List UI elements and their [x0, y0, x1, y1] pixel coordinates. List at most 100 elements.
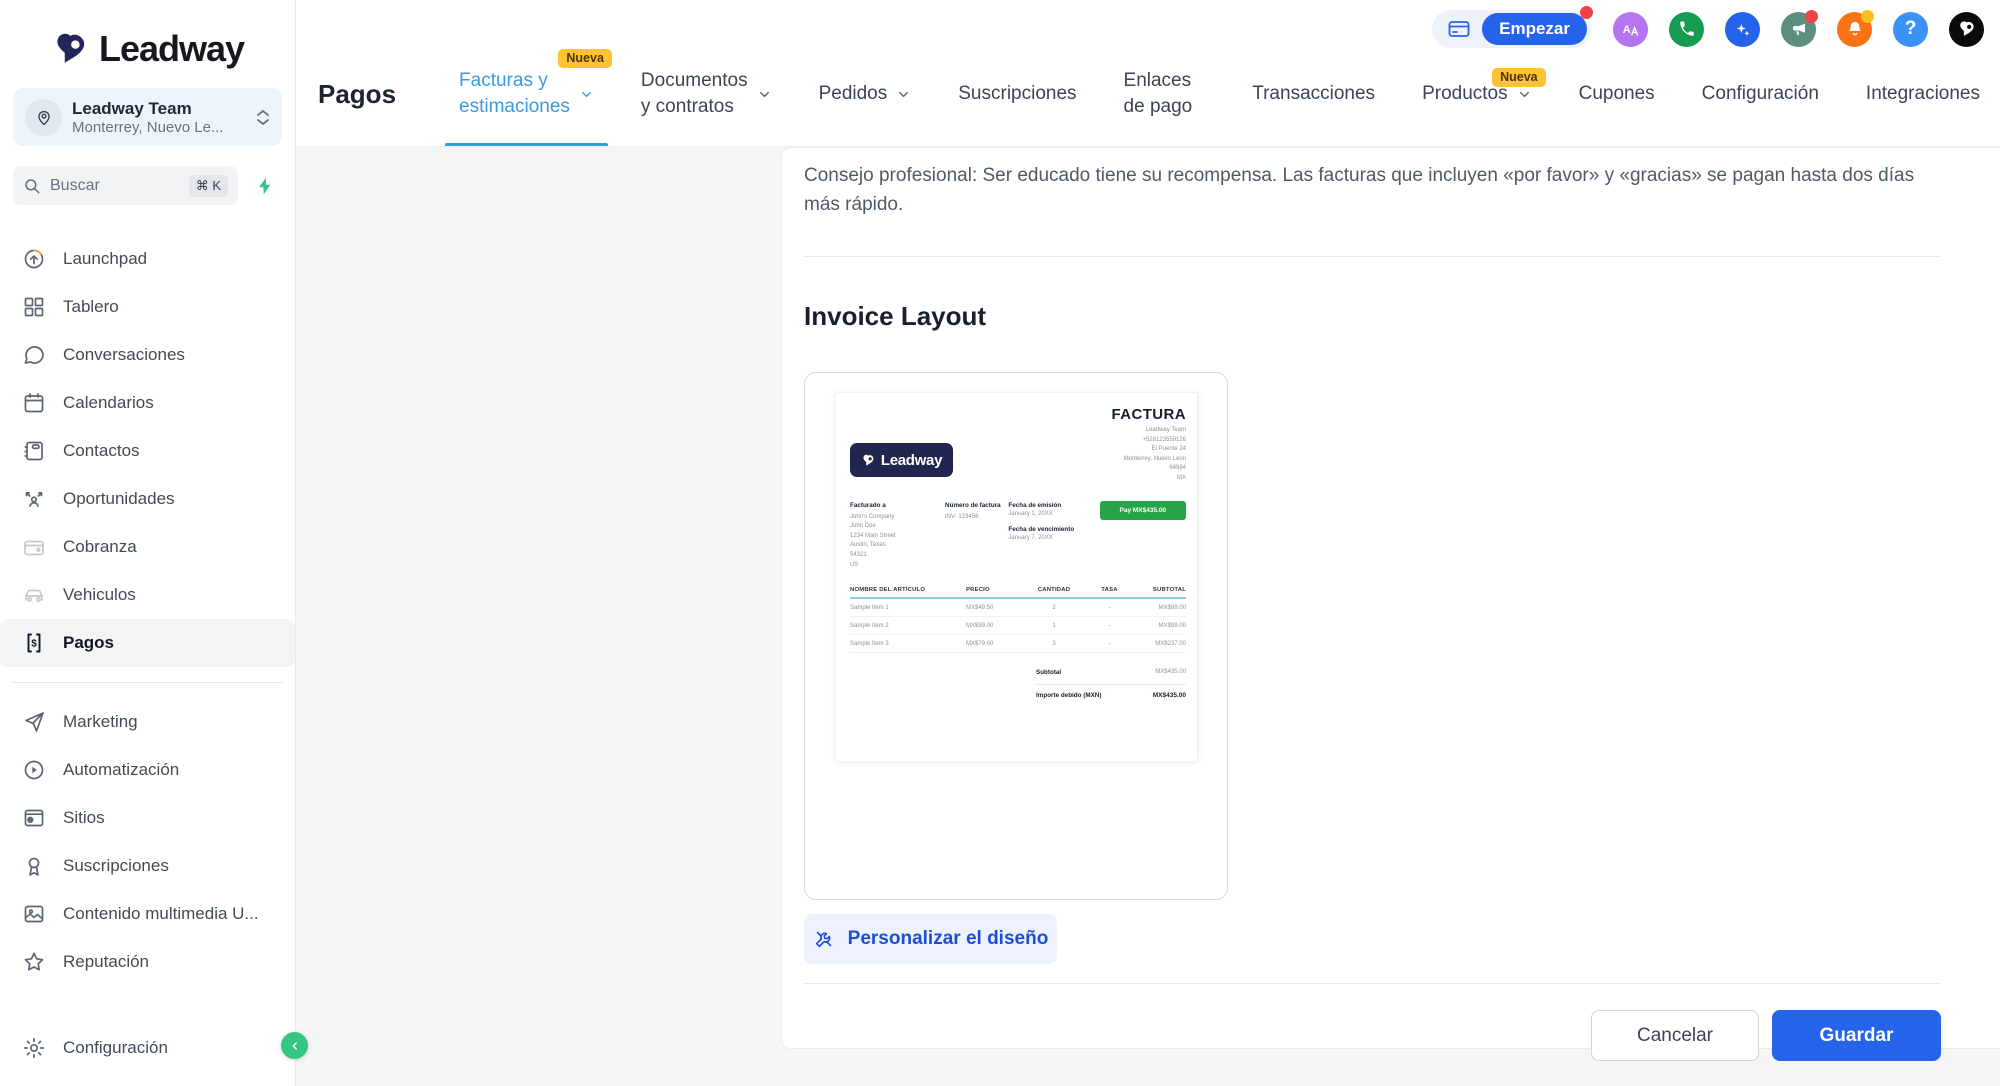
award-icon [22, 854, 46, 878]
tab-productos[interactable]: Productos Nueva [1422, 42, 1532, 146]
invoice-title: FACTURA [1112, 406, 1186, 423]
cancel-button[interactable]: Cancelar [1591, 1010, 1759, 1061]
sidebar-item-vehiculos[interactable]: Vehiculos [0, 571, 295, 619]
car-icon [22, 583, 46, 607]
sidebar-item-label: Tablero [63, 297, 119, 317]
sidebar-item-conversaciones[interactable]: Conversaciones [0, 331, 295, 379]
invoice-brand-text: Leadway [881, 452, 942, 469]
tab-suscripciones[interactable]: Suscripciones [958, 42, 1076, 146]
star-icon [22, 950, 46, 974]
topbar: Empezar A [296, 0, 2000, 147]
tools-icon [813, 928, 835, 950]
sidebar-item-contenido-multimedia[interactable]: Contenido multimedia U... [0, 890, 295, 938]
team-name: Leadway Team [72, 99, 223, 119]
chevron-down-icon [1517, 87, 1532, 102]
footer-actions: Cancelar Guardar [804, 1010, 1941, 1061]
svg-text:$: $ [31, 639, 37, 650]
team-location: Monterrey, Nuevo Le... [72, 119, 223, 136]
divider [804, 256, 1941, 257]
sidebar-item-calendarios[interactable]: Calendarios [0, 379, 295, 427]
sidebar-item-tablero[interactable]: Tablero [0, 283, 295, 331]
tab-configuracion[interactable]: Configuración [1702, 42, 1819, 146]
invoice-company-block: FACTURA Leadway Team +528123559126 El Pu… [1112, 406, 1186, 484]
brand-logo-icon [861, 453, 876, 468]
sidebar-item-sitios[interactable]: Sitios [0, 794, 295, 842]
sidebar-item-launchpad[interactable]: Launchpad [0, 235, 295, 283]
sites-icon [22, 806, 46, 830]
sidebar-spacer [0, 986, 295, 1024]
opportunities-icon [22, 487, 46, 511]
save-button[interactable]: Guardar [1772, 1010, 1941, 1061]
media-icon [22, 902, 46, 926]
tab-integraciones[interactable]: Integraciones [1866, 42, 1980, 146]
pay-button[interactable]: Pay MX$435.00 [1100, 501, 1186, 520]
sidebar-item-reputacion[interactable]: Reputación [0, 938, 295, 986]
sidebar-item-label: Calendarios [63, 393, 154, 413]
sidebar-item-marketing[interactable]: Marketing [0, 698, 295, 746]
launchpad-icon [22, 247, 46, 271]
sidebar-item-label: Contenido multimedia U... [63, 904, 259, 924]
payments-icon: $ [22, 631, 46, 655]
tabs-row: Pagos Facturas y estimaciones Nueva Docu… [318, 42, 1980, 146]
invoice-preview-card: Leadway FACTURA Leadway Team +5281235591… [804, 372, 1228, 900]
sidebar-item-label: Conversaciones [63, 345, 185, 365]
sidebar-item-oportunidades[interactable]: Oportunidades [0, 475, 295, 523]
location-pin-icon [25, 99, 62, 136]
notification-dot [1805, 10, 1818, 23]
calendar-icon [22, 391, 46, 415]
empezar-button[interactable]: Empezar [1482, 13, 1587, 45]
team-switcher[interactable]: Leadway Team Monterrey, Nuevo Le... [13, 88, 282, 146]
sidebar: Leadway Leadway Team Monterrey, Nuevo Le… [0, 0, 296, 1086]
table-row: Sample Item 3 MX$79.00 3 - MX$237.00 [850, 635, 1186, 653]
credit-card-icon [1447, 17, 1471, 41]
search-input[interactable]: Buscar ⌘ K [13, 166, 238, 205]
sidebar-item-configuracion[interactable]: Configuración [0, 1024, 295, 1072]
tab-facturas-y-estimaciones[interactable]: Facturas y estimaciones Nueva [459, 42, 594, 146]
dashboard-icon [22, 295, 46, 319]
tab-transacciones[interactable]: Transacciones [1252, 42, 1375, 146]
workspace: Consejo profesional: Ser educado tiene s… [296, 147, 2000, 1086]
invoice-billing-row: Facturado a John's Company John Doe 1234… [850, 501, 1186, 571]
sidebar-collapse-button[interactable] [281, 1032, 308, 1059]
invoice-items-table: NOMBRE DEL ARTÍCULO PRECIO CANTIDAD TASA… [850, 587, 1186, 653]
chevron-down-icon [896, 87, 911, 102]
sidebar-divider [12, 682, 283, 683]
app-root: Leadway Leadway Team Monterrey, Nuevo Le… [0, 0, 2000, 1086]
sidebar-item-label: Pagos [63, 633, 114, 653]
invoice-header: Leadway FACTURA Leadway Team +5281235591… [850, 406, 1186, 484]
pro-tip-text: Consejo profesional: Ser educado tiene s… [804, 161, 1929, 219]
quick-actions-bolt-icon[interactable] [247, 168, 282, 204]
customize-design-button[interactable]: Personalizar el diseño [804, 914, 1057, 964]
search-shortcut-badge: ⌘ K [189, 175, 228, 197]
sidebar-item-label: Oportunidades [63, 489, 175, 509]
sidebar-item-label: Marketing [63, 712, 138, 732]
billed-to-block: Facturado a John's Company John Doe 1234… [850, 501, 945, 571]
search-row: Buscar ⌘ K [13, 166, 282, 205]
chevron-down-icon [757, 87, 772, 102]
sidebar-item-contactos[interactable]: Contactos [0, 427, 295, 475]
brand-logo-icon [51, 29, 91, 69]
nueva-badge: Nueva [558, 49, 612, 68]
team-meta: Leadway Team Monterrey, Nuevo Le... [72, 99, 223, 136]
tab-cupones[interactable]: Cupones [1579, 42, 1655, 146]
sidebar-item-pagos[interactable]: $ Pagos [0, 619, 295, 667]
tab-enlaces-de-pago[interactable]: Enlaces de pago [1124, 42, 1206, 146]
tab-pedidos[interactable]: Pedidos [819, 42, 912, 146]
contacts-icon [22, 439, 46, 463]
nueva-badge: Nueva [1492, 68, 1546, 87]
chevron-down-icon [579, 87, 594, 102]
sidebar-item-label: Automatización [63, 760, 179, 780]
sidebar-item-label: Reputación [63, 952, 149, 972]
sidebar-item-label: Launchpad [63, 249, 147, 269]
sidebar-item-cobranza[interactable]: Cobranza [0, 523, 295, 571]
sidebar-item-label: Configuración [63, 1038, 168, 1058]
tab-documentos-y-contratos[interactable]: Documentos y contratos [641, 42, 772, 146]
sidebar-item-suscripciones[interactable]: Suscripciones [0, 842, 295, 890]
sidebar-item-label: Vehiculos [63, 585, 136, 605]
sidebar-item-label: Sitios [63, 808, 105, 828]
search-placeholder: Buscar [50, 177, 100, 195]
sidebar-item-automatizacion[interactable]: Automatización [0, 746, 295, 794]
notification-dot [1861, 10, 1874, 23]
invoice-layout-title: Invoice Layout [804, 301, 1941, 332]
brand-logo-text: Leadway [99, 28, 244, 70]
